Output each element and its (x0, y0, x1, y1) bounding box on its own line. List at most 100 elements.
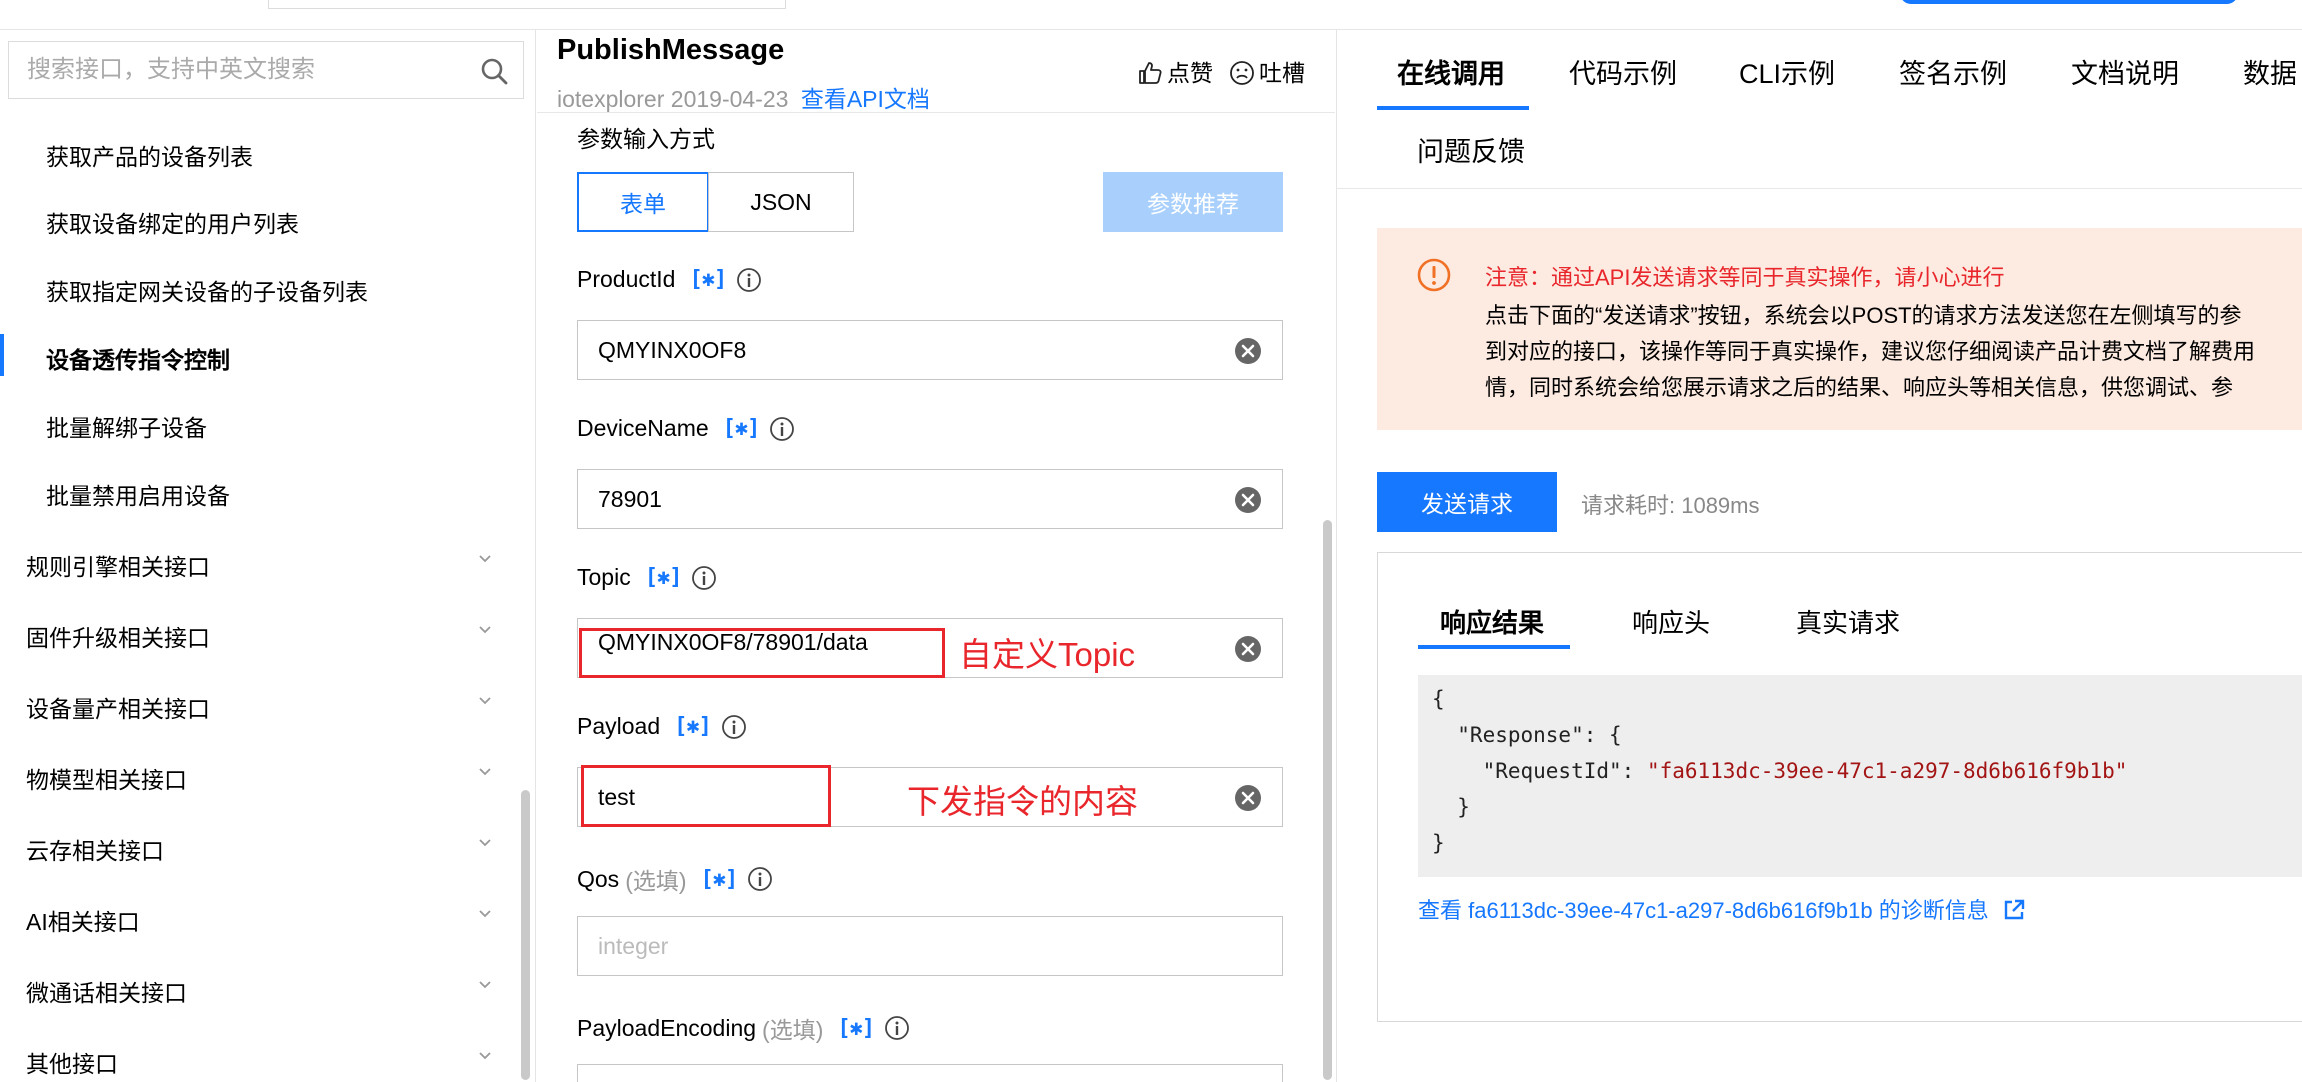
nav-group-cloud-storage[interactable]: 云存相关接口 (26, 832, 492, 866)
optional-tag: (选填) (762, 1017, 824, 1043)
input-mode-label: 参数输入方式 (577, 126, 715, 152)
nav-group-other[interactable]: 其他接口 (26, 1045, 492, 1079)
field-label-topic: Topic [✱] (577, 564, 717, 591)
payloadencoding-input[interactable] (577, 1064, 1283, 1082)
api-version: iotexplorer 2019-04-23 (557, 86, 789, 112)
nav-group-label: 微通话相关接口 (26, 980, 187, 1006)
clear-icon[interactable] (1234, 486, 1262, 514)
topic-annotation: 自定义Topic (959, 636, 1136, 673)
info-icon[interactable] (736, 267, 762, 293)
nav-group-thing-model[interactable]: 物模型相关接口 (26, 761, 492, 795)
mode-form-option[interactable]: 表单 (577, 172, 709, 232)
json-key: "RequestId": (1432, 759, 1647, 783)
nav-group-label: 固件升级相关接口 (26, 625, 210, 651)
tab-data[interactable]: 数据 (2243, 52, 2297, 91)
diagnosis-link[interactable]: 查看 fa6113dc-39ee-47c1-a297-8d6b616f9b1b … (1418, 893, 2025, 925)
like-label: 点赞 (1167, 60, 1213, 86)
chevron-down-icon (479, 626, 491, 634)
required-badge: [✱] (700, 866, 739, 892)
warning-text-line: 点击下面的“发送请求”按钮，系统会以POST的请求方法发送您在左侧填写的参 (1485, 303, 2242, 328)
code-line: "RequestId": "fa6113dc-39ee-47c1-a297-8d… (1432, 759, 2128, 783)
tab-documentation[interactable]: 文档说明 (2071, 52, 2179, 91)
top-input-fragment[interactable] (268, 0, 786, 9)
active-response-tab-indicator (1418, 645, 1570, 649)
tab-cli-example[interactable]: CLI示例 (1739, 52, 1835, 91)
nav-group-rule-engine[interactable]: 规则引擎相关接口 (26, 548, 492, 582)
sidebar-scrollbar[interactable] (521, 790, 530, 1080)
required-badge: [✱] (689, 267, 727, 292)
field-name: Payload (577, 713, 661, 739)
chevron-down-icon (479, 697, 491, 705)
api-sidebar: 获取产品的设备列表 获取设备绑定的用户列表 获取指定网关设备的子设备列表 设备透… (0, 30, 536, 1082)
nav-item-get-bound-users[interactable]: 获取设备绑定的用户列表 (46, 205, 299, 239)
external-link-icon (2004, 899, 2025, 920)
nav-group-firmware[interactable]: 固件升级相关接口 (26, 619, 492, 653)
nav-item-get-gateway-subdevices[interactable]: 获取指定网关设备的子设备列表 (46, 273, 368, 307)
tab-code-example[interactable]: 代码示例 (1569, 52, 1677, 91)
qos-input[interactable]: integer (577, 916, 1283, 976)
nav-group-mass-production[interactable]: 设备量产相关接口 (26, 690, 492, 724)
param-recommend-button[interactable]: 参数推荐 (1103, 172, 1283, 232)
productid-input[interactable]: QMYINX0OF8 (577, 320, 1283, 380)
nav-item-get-device-list[interactable]: 获取产品的设备列表 (46, 138, 253, 172)
tab-response-result[interactable]: 响应结果 (1440, 603, 1544, 640)
chevron-down-icon (479, 1052, 491, 1060)
info-icon[interactable] (884, 1015, 910, 1041)
api-meta: iotexplorer 2019-04-23 查看API文档 (557, 80, 930, 114)
divider (1337, 188, 2302, 189)
search-icon[interactable] (479, 56, 509, 86)
nav-item-batch-enable-devices[interactable]: 批量禁用启用设备 (46, 477, 230, 511)
nav-group-ai[interactable]: AI相关接口 (26, 903, 492, 937)
search-input[interactable] (27, 42, 467, 98)
devicename-input[interactable]: 78901 (577, 469, 1283, 529)
warning-text-line: 到对应的接口，该操作等同于真实操作，建议您仔细阅读产品计费文档了解费用 (1485, 339, 2256, 364)
payload-annotation: 下发指令的内容 (907, 783, 1138, 820)
info-icon[interactable] (691, 565, 717, 591)
nav-group-micro-call[interactable]: 微通话相关接口 (26, 974, 492, 1008)
nav-item-batch-unbind-subdevices[interactable]: 批量解绑子设备 (46, 409, 207, 443)
search-box[interactable] (8, 41, 524, 99)
debug-panel: 在线调用 代码示例 CLI示例 签名示例 文档说明 数据 问题反馈 注意：通过A… (1336, 30, 2302, 1082)
field-value: QMYINX0OF8 (598, 337, 747, 363)
tab-signature-example[interactable]: 签名示例 (1899, 52, 2007, 91)
nav-group-label: 物模型相关接口 (26, 767, 187, 793)
divider (537, 112, 1335, 113)
chevron-down-icon (479, 981, 491, 989)
field-name: Qos (577, 865, 620, 892)
clear-icon[interactable] (1234, 337, 1262, 365)
info-icon[interactable] (721, 714, 747, 740)
api-nav-list: 获取产品的设备列表 获取设备绑定的用户列表 获取指定网关设备的子设备列表 设备透… (0, 108, 535, 1082)
like-button[interactable]: 点赞 (1137, 54, 1213, 88)
field-value: 78901 (598, 486, 662, 512)
info-icon[interactable] (769, 416, 795, 442)
warning-text-line: 情，同时系统会给您展示请求之后的结果、响应头等相关信息，供您调试、参 (1485, 375, 2234, 400)
clear-icon[interactable] (1234, 635, 1262, 663)
nav-group-label: 规则引擎相关接口 (26, 554, 210, 580)
optional-tag: (选填) (625, 868, 687, 894)
nav-group-label: 设备量产相关接口 (26, 696, 210, 722)
clear-icon[interactable] (1234, 784, 1262, 812)
field-label-productid: ProductId [✱] (577, 266, 762, 293)
api-doc-link[interactable]: 查看API文档 (801, 86, 930, 112)
complain-button[interactable]: 吐槽 (1229, 54, 1305, 88)
field-label-payload: Payload [✱] (577, 713, 747, 740)
chevron-down-icon (479, 768, 491, 776)
field-name: Topic (577, 564, 631, 590)
tab-feedback[interactable]: 问题反馈 (1417, 130, 1525, 169)
form-scrollbar[interactable] (1323, 520, 1332, 1080)
code-line: } (1432, 795, 1470, 819)
tab-online-call[interactable]: 在线调用 (1397, 52, 1505, 91)
tab-real-request[interactable]: 真实请求 (1796, 603, 1900, 640)
tab-response-headers[interactable]: 响应头 (1632, 603, 1710, 640)
response-panel: 响应结果 响应头 真实请求 { "Response": { "RequestId… (1377, 552, 2302, 1022)
field-placeholder: integer (598, 933, 669, 959)
send-request-button[interactable]: 发送请求 (1377, 472, 1557, 532)
mode-json-option[interactable]: JSON (708, 172, 854, 232)
nav-item-publish-message[interactable]: 设备透传指令控制 (46, 341, 230, 375)
top-button-fragment[interactable] (1900, 0, 2238, 4)
required-badge: [✱] (644, 565, 683, 590)
code-line: } (1432, 831, 1445, 855)
info-icon[interactable] (747, 866, 773, 892)
topic-highlight-box (579, 628, 945, 678)
required-badge: [✱] (674, 714, 712, 739)
